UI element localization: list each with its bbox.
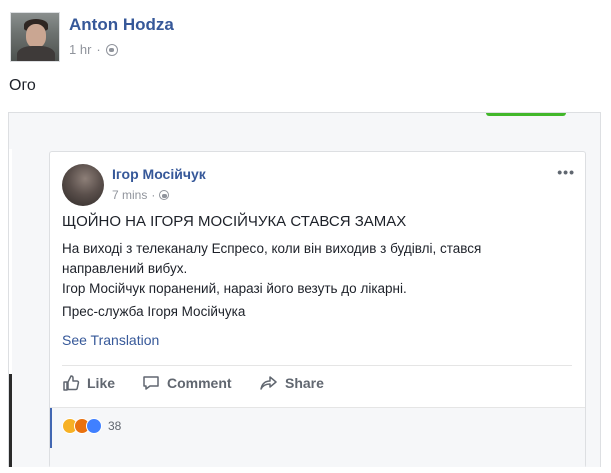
reactions-bar: 38 xyxy=(50,407,585,467)
shared-author-name[interactable]: Ігор Мосійчук xyxy=(112,166,206,182)
globe-icon[interactable] xyxy=(159,190,170,200)
share-icon xyxy=(260,374,278,392)
author-name[interactable]: Anton Hodza xyxy=(69,15,174,35)
shared-post-headline: ЩОЙНО НА ІГОРЯ МОСІЙЧУКА СТАВСЯ ЗАМАХ xyxy=(62,213,407,230)
see-translation-link[interactable]: See Translation xyxy=(62,332,159,348)
like-label: Like xyxy=(87,375,116,391)
background-panel xyxy=(9,149,12,467)
body-line: На виході з телеканалу Еспресо, коли він… xyxy=(62,241,482,256)
post-meta: 1 hr · xyxy=(69,42,118,57)
reaction-count[interactable]: 38 xyxy=(108,419,121,433)
body-line: направлений вибух. xyxy=(62,261,188,276)
like-button[interactable]: Like xyxy=(62,374,115,392)
body-line: Ігор Мосійчук поранений, наразі його вез… xyxy=(62,281,407,296)
author-avatar[interactable] xyxy=(10,12,60,62)
post-header: Anton Hodza 1 hr · xyxy=(10,8,600,62)
post-timestamp[interactable]: 1 hr xyxy=(69,42,91,57)
meta-separator: · xyxy=(96,42,101,57)
meta-separator: · xyxy=(151,188,156,202)
more-options-icon[interactable]: ••• xyxy=(557,164,575,180)
reaction-summary[interactable]: 38 xyxy=(62,418,121,434)
shared-post-meta: 7 mins · xyxy=(112,188,170,202)
share-label: Share xyxy=(285,375,324,391)
shared-post-signature: Прес-служба Ігоря Мосійчука xyxy=(62,304,246,319)
shared-post-card: Ігор Мосійчук 7 mins · ••• ЩОЙНО НА ІГОР… xyxy=(49,151,586,467)
thumbs-up-icon xyxy=(62,374,80,392)
shared-post-timestamp[interactable]: 7 mins xyxy=(112,188,147,202)
comment-button[interactable]: Comment xyxy=(142,374,232,392)
green-button-edge xyxy=(486,113,566,116)
comment-icon xyxy=(142,374,160,392)
like-reaction-icon xyxy=(86,418,102,434)
globe-icon[interactable] xyxy=(105,43,118,56)
shared-post-body: На виході з телеканалу Еспресо, коли він… xyxy=(62,239,572,299)
share-button[interactable]: Share xyxy=(260,374,324,392)
post-text: Ого xyxy=(9,77,36,94)
shared-author-avatar[interactable] xyxy=(62,164,104,206)
shared-post-frame: Ігор Мосійчук 7 mins · ••• ЩОЙНО НА ІГОР… xyxy=(8,112,601,467)
comment-label: Comment xyxy=(167,375,232,391)
post-actions: Like Comment Share xyxy=(62,365,572,405)
